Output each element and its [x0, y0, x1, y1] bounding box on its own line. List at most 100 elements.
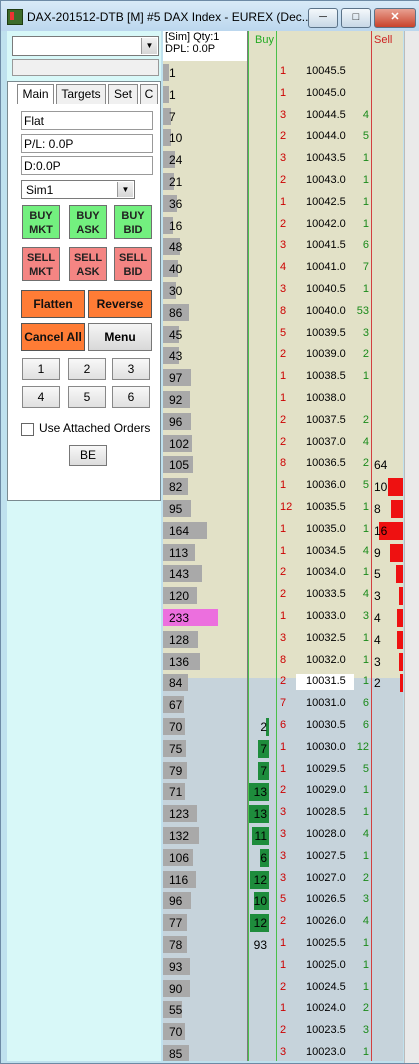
ladder-row[interactable]: 90 2 10024.5 1	[163, 977, 403, 999]
volume-value: 84	[169, 676, 183, 691]
tab-targets[interactable]: Targets	[56, 84, 106, 104]
ladder-row[interactable]: 164 1 10035.0 1 16	[163, 519, 403, 541]
sell-volume-value: 16	[374, 523, 388, 538]
qty-5-button[interactable]: 5	[68, 386, 106, 408]
sell-volume-value: 10	[374, 480, 388, 495]
bid-size: 1	[280, 544, 287, 557]
reverse-button[interactable]: Reverse	[88, 290, 152, 318]
ladder-row[interactable]: 105 8 10036.5 2 64	[163, 453, 403, 475]
price-ladder[interactable]: 1 1 10045.5 1 1 10045.0 7 3 10044.5 4 10 2 10044.0 5 2…	[163, 31, 403, 1061]
ladder-row[interactable]: 71 13 2 10029.0 1	[163, 780, 403, 802]
chevron-down-icon[interactable]: ▼	[141, 38, 157, 54]
chevron-down-icon[interactable]: ▼	[117, 182, 133, 197]
ask-size: 1	[362, 849, 369, 862]
ladder-row[interactable]: 36 1 10042.5 1	[163, 192, 403, 214]
ladder-row[interactable]: 128 3 10032.5 1 4	[163, 628, 403, 650]
buy-volume-value: 11	[254, 829, 267, 843]
ladder-row[interactable]: 16 2 10042.0 1	[163, 214, 403, 236]
bid-size: 1	[280, 762, 287, 775]
menu-button[interactable]: Menu	[88, 323, 152, 351]
sell-mkt-button[interactable]: SELL MKT	[22, 247, 60, 281]
sell-volume-value: 4	[374, 611, 381, 625]
ladder-row[interactable]: 40 4 10041.0 7	[163, 257, 403, 279]
cancel-all-button[interactable]: Cancel All	[21, 323, 85, 351]
ladder-row[interactable]: 1 1 10045.5	[163, 61, 403, 83]
ladder-row[interactable]: 70 2 10023.5 3	[163, 1020, 403, 1042]
ladder-row[interactable]: 55 1 10024.0 2	[163, 998, 403, 1020]
ladder-row[interactable]: 136 8 10032.0 1 3	[163, 650, 403, 672]
volume-value: 1	[169, 66, 176, 80]
ladder-row[interactable]: 84 2 10031.5 1 2	[163, 671, 403, 693]
ladder-row[interactable]: 70 2 6 10030.5 6	[163, 715, 403, 737]
title-bar[interactable]: DAX-201512-DTB [M] #5 DAX Index - EUREX …	[1, 1, 419, 31]
qty-6-button[interactable]: 6	[112, 386, 150, 408]
ask-size: 6	[362, 239, 369, 252]
ladder-row[interactable]: 102 2 10037.0 4	[163, 432, 403, 454]
ladder-row[interactable]: 96 10 5 10026.5 3	[163, 889, 403, 911]
ladder-row[interactable]: 78 93 1 10025.5 1	[163, 933, 403, 955]
ladder-row[interactable]: 120 2 10033.5 4 3	[163, 584, 403, 606]
ladder-row[interactable]: 132 11 3 10028.0 4	[163, 824, 403, 846]
price-level: 10038.0	[306, 392, 346, 404]
ladder-row[interactable]: 7 3 10044.5 4	[163, 105, 403, 127]
tab-set[interactable]: Set	[108, 84, 138, 104]
buy-ask-button[interactable]: BUY ASK	[69, 205, 107, 239]
ladder-row[interactable]: 123 13 3 10028.5 1	[163, 802, 403, 824]
ladder-row[interactable]: 97 1 10038.5 1	[163, 366, 403, 388]
bid-size: 1	[280, 958, 287, 971]
ladder-row[interactable]: 82 1 10036.0 5 10	[163, 475, 403, 497]
ladder-row[interactable]: 116 12 3 10027.0 2	[163, 868, 403, 890]
qty-3-button[interactable]: 3	[112, 358, 150, 380]
ladder-row[interactable]: 85 3 10023.0 1	[163, 1042, 403, 1061]
price-level: 10034.5	[306, 544, 346, 557]
ladder-row[interactable]: 48 3 10041.5 6	[163, 235, 403, 257]
ladder-row[interactable]: 86 8 10040.0 53	[163, 301, 403, 323]
ladder-row[interactable]: 75 7 1 10030.0 12	[163, 737, 403, 759]
ask-size: 4	[362, 544, 369, 557]
ladder-row[interactable]: 10 2 10044.0 5	[163, 126, 403, 148]
sell-bid-button[interactable]: SELL BID	[114, 247, 152, 281]
ladder-row[interactable]: 43 2 10039.0 2	[163, 344, 403, 366]
sell-volume-bar	[398, 652, 403, 671]
buy-bid-button[interactable]: BUY BID	[114, 205, 152, 239]
ladder-row[interactable]: 77 12 2 10026.0 4	[163, 911, 403, 933]
close-button[interactable]: ✕	[374, 8, 416, 28]
ladder-row[interactable]: 79 7 1 10029.5 5	[163, 759, 403, 781]
account-select[interactable]: Sim1 ▼	[21, 180, 135, 199]
ladder-row[interactable]: 95 12 10035.5 1 8	[163, 497, 403, 519]
ladder-row[interactable]: 233 1 10033.0 3 4	[163, 606, 403, 628]
ladder-row[interactable]: 92 1 10038.0	[163, 388, 403, 410]
price-level: 10023.5	[306, 1024, 346, 1037]
ladder-row[interactable]: 30 3 10040.5 1	[163, 279, 403, 301]
buy-mkt-button[interactable]: BUY MKT	[22, 205, 60, 239]
flatten-button[interactable]: Flatten	[21, 290, 85, 318]
minimize-button[interactable]: ─	[308, 8, 338, 28]
order-entry-panel: ▼ Main Targets Set C Flat P/L: 0.0P D:0.…	[7, 31, 161, 1061]
tab-c[interactable]: C	[140, 84, 158, 104]
qty-4-button[interactable]: 4	[22, 386, 60, 408]
ladder-row[interactable]: 24 3 10043.5 1	[163, 148, 403, 170]
qty-1-button[interactable]: 1	[22, 358, 60, 380]
sell-ask-button[interactable]: SELL ASK	[69, 247, 107, 281]
ladder-row[interactable]: 143 2 10034.0 1 5	[163, 562, 403, 584]
ladder-row[interactable]: 93 1 10025.0 1	[163, 955, 403, 977]
ladder-row[interactable]: 45 5 10039.5 3	[163, 323, 403, 345]
ladder-row[interactable]: 106 6 3 10027.5 1	[163, 846, 403, 868]
ladder-row[interactable]: 21 2 10043.0 1	[163, 170, 403, 192]
vertical-scrollbar[interactable]	[404, 31, 419, 1063]
price-level: 10030.0	[306, 740, 346, 753]
sell-bid-line2: BID	[123, 266, 143, 278]
maximize-button[interactable]: □	[341, 8, 371, 28]
be-button[interactable]: BE	[69, 445, 107, 466]
instrument-combo[interactable]: ▼	[12, 36, 159, 56]
price-level: 10030.5	[306, 719, 346, 731]
ladder-row[interactable]: 113 1 10034.5 4 9	[163, 541, 403, 563]
bid-size: 3	[280, 806, 287, 819]
ladder-row[interactable]: 1 1 10045.0	[163, 83, 403, 105]
price-level: 10024.5	[306, 980, 346, 993]
ladder-row[interactable]: 96 2 10037.5 2	[163, 410, 403, 432]
tab-main[interactable]: Main	[17, 84, 54, 104]
use-attached-orders-checkbox[interactable]	[21, 423, 34, 436]
qty-2-button[interactable]: 2	[68, 358, 106, 380]
ladder-row[interactable]: 67 7 10031.0 6	[163, 693, 403, 715]
